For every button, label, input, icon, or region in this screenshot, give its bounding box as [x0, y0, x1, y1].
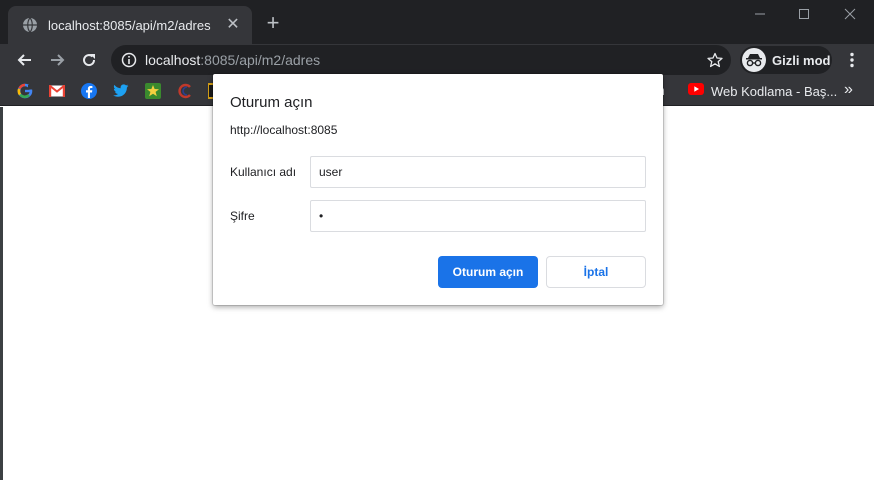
url-host: localhost — [145, 52, 201, 68]
cancel-button[interactable]: İptal — [546, 256, 646, 288]
sign-in-button[interactable]: Oturum açın — [438, 256, 538, 288]
facebook-icon[interactable] — [81, 83, 97, 99]
globe-icon — [22, 17, 38, 33]
close-window-icon[interactable] — [836, 4, 864, 24]
url-text: localhost:8085/api/m2/adres — [145, 52, 320, 68]
incognito-icon — [742, 48, 766, 72]
address-bar[interactable]: localhost:8085/api/m2/adres — [111, 45, 731, 75]
username-label: Kullanıcı adı — [230, 165, 297, 179]
incognito-button[interactable]: Gizli mod — [740, 46, 832, 74]
bookmark-label: Web Kodlama - Baş... — [711, 83, 838, 99]
back-arrow-icon[interactable] — [13, 48, 37, 72]
password-label: Şifre — [230, 209, 255, 223]
youtube-icon — [688, 82, 704, 100]
reload-icon[interactable] — [77, 48, 101, 72]
bookmarks-more-icon[interactable]: » — [844, 81, 853, 99]
star-bookmark-icon[interactable] — [145, 83, 161, 99]
info-icon[interactable] — [121, 52, 137, 68]
star-icon[interactable] — [707, 52, 723, 68]
twitter-icon[interactable] — [113, 83, 129, 99]
dialog-title: Oturum açın — [230, 94, 313, 111]
username-field[interactable] — [310, 156, 646, 188]
left-edge-strip — [0, 107, 3, 480]
gmail-icon[interactable] — [49, 83, 65, 99]
url-path: :8085/api/m2/adres — [200, 52, 321, 68]
google-icon[interactable] — [17, 83, 33, 99]
maximize-icon[interactable] — [790, 4, 818, 24]
refresh-red-icon[interactable] — [177, 83, 193, 99]
new-tab-button[interactable]: + — [262, 12, 284, 35]
browser-toolbar: localhost:8085/api/m2/adres Gizli mod — [0, 44, 874, 76]
minimize-icon[interactable] — [746, 4, 774, 24]
incognito-label: Gizli mod — [772, 52, 831, 68]
forward-arrow-icon[interactable] — [45, 48, 69, 72]
browser-tab[interactable]: localhost:8085/api/m2/adres ✕ — [8, 6, 252, 44]
password-field[interactable] — [310, 200, 646, 232]
tab-strip: localhost:8085/api/m2/adres ✕ + — [0, 0, 874, 44]
tab-title: localhost:8085/api/m2/adres — [48, 17, 211, 33]
close-icon[interactable]: ✕ — [224, 16, 242, 34]
sign-in-dialog: Oturum açın http://localhost:8085 Kullan… — [213, 74, 663, 305]
more-vert-icon[interactable] — [842, 48, 862, 72]
bookmark-youtube[interactable]: Web Kodlama - Baş... — [688, 82, 837, 100]
dialog-origin: http://localhost:8085 — [230, 123, 338, 137]
